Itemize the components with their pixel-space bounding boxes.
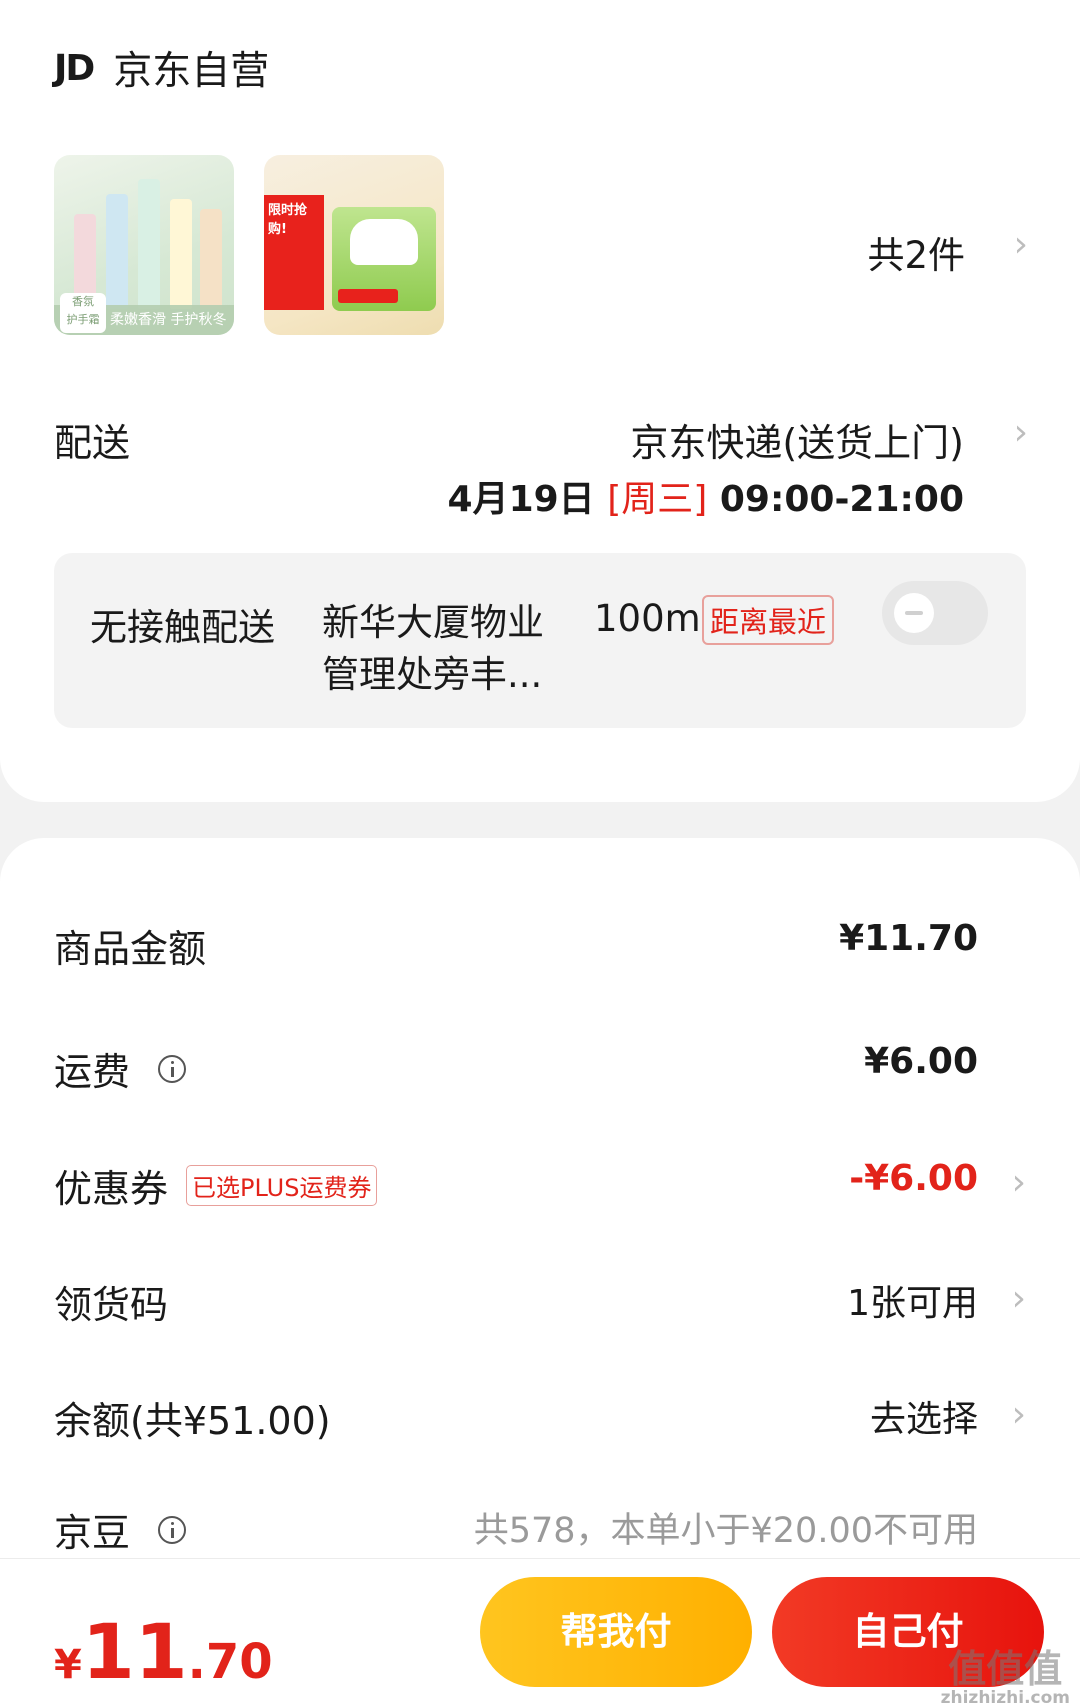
jingdou-row: 京豆 共578，本单小于¥20.00不可用 <box>54 1502 1026 1562</box>
watermark: 值值值 zhizhizhi.com <box>941 1650 1070 1708</box>
product-thumbnail-hand-cream[interactable]: 柔嫩香滑 手护秋冬 香氛 护手霜 <box>54 155 234 335</box>
contactless-label: 无接触配送 <box>90 606 275 649</box>
jingdou-value: 共578，本单小于¥20.00不可用 <box>473 1511 978 1551</box>
tissue-logo <box>338 289 398 303</box>
tube-shape <box>106 194 128 309</box>
coupon-value: -¥6.00 <box>849 1158 978 1199</box>
contactless-delivery-panel: 无接触配送 新华大厦物业管理处旁丰... 100m 距离最近 <box>54 553 1026 728</box>
chevron-right-icon[interactable]: › <box>1012 1162 1026 1203</box>
jd-logo: JD <box>54 47 95 89</box>
pickup-code-value: 1张可用 <box>847 1283 978 1324</box>
delivery-method[interactable]: 京东快递(送货上门) <box>630 412 964 467</box>
balance-row[interactable]: 余额(共¥51.00) 去选择 › <box>54 1390 1026 1450</box>
tube-shape <box>138 179 160 309</box>
balance-label: 余额(共¥51.00) <box>54 1399 331 1443</box>
tissue-pack <box>332 207 436 311</box>
toggle-knob <box>894 593 934 633</box>
watermark-text: 值值值 <box>948 1647 1063 1691</box>
pickup-place: 新华大厦物业管理处旁丰... <box>322 601 544 696</box>
shipping-value: ¥6.00 <box>864 1041 978 1082</box>
pickup-code-row[interactable]: 领货码 1张可用 › <box>54 1274 1026 1334</box>
delivery-time[interactable]: 4月19日 [周三] 09:00-21:00 <box>448 470 964 522</box>
goods-amount-row: 商品金额 ¥11.70 <box>54 918 1026 978</box>
shipping-label-wrap: 运费 <box>54 1041 187 1096</box>
chevron-right-icon[interactable]: › <box>1014 224 1028 265</box>
shop-header: JD 京东自营 <box>54 40 269 96</box>
nearest-tag: 距离最近 <box>702 595 835 645</box>
jingdou-label: 京豆 <box>54 1511 131 1555</box>
chevron-right-icon[interactable]: › <box>1014 412 1028 453</box>
pickup-distance: 100m <box>594 597 701 640</box>
jingdou-label-wrap: 京豆 <box>54 1502 187 1557</box>
delivery-label: 配送 <box>54 421 131 465</box>
total-decimal: .70 <box>187 1634 273 1690</box>
order-card: JD 京东自营 柔嫩香滑 手护秋冬 香氛 护手霜 限时抢购! 共2件 › 配送 京… <box>0 0 1080 802</box>
pickup-code-label: 领货码 <box>54 1283 169 1327</box>
product-badge: 香氛 护手霜 <box>60 293 106 333</box>
watermark-url: zhizhizhi.com <box>940 1688 1070 1708</box>
coupon-label-wrap: 优惠券 已选PLUS运费券 <box>54 1158 378 1213</box>
order-total: ¥11.70 <box>54 1607 273 1696</box>
product-thumbnail-tissue[interactable]: 限时抢购! <box>264 155 444 335</box>
delivery-window: 09:00-21:00 <box>719 479 964 520</box>
info-icon[interactable] <box>158 1515 187 1544</box>
delivery-weekday: [周三] <box>607 479 708 520</box>
shipping-label: 运费 <box>54 1050 131 1094</box>
delivery-date: 4月19日 <box>447 479 595 520</box>
shop-name: 京东自营 <box>113 49 270 94</box>
total-integer: 11 <box>81 1607 188 1696</box>
balance-value: 去选择 <box>869 1399 978 1440</box>
tissue-paper <box>350 219 418 265</box>
coupon-tag: 已选PLUS运费券 <box>186 1165 378 1206</box>
currency-symbol: ¥ <box>54 1642 82 1688</box>
price-summary-card: 商品金额 ¥11.70 运费 ¥6.00 优惠券 已选PLUS运费券 -¥6.0… <box>0 838 1080 1558</box>
info-icon[interactable] <box>158 1054 187 1083</box>
product-count[interactable]: 共2件 <box>867 225 965 279</box>
checkout-bar: ¥11.70 帮我付 自己付 值值值 zhizhizhi.com <box>0 1558 1080 1708</box>
chevron-right-icon[interactable]: › <box>1012 1278 1026 1319</box>
coupon-row[interactable]: 优惠券 已选PLUS运费券 -¥6.00 › <box>54 1158 1026 1218</box>
tube-shape <box>170 199 192 309</box>
chevron-right-icon[interactable]: › <box>1012 1394 1026 1435</box>
shipping-row: 运费 ¥6.00 <box>54 1041 1026 1101</box>
goods-amount-value: ¥11.70 <box>839 918 978 959</box>
coupon-label: 优惠券 <box>54 1167 169 1211</box>
contactless-toggle[interactable] <box>882 581 988 645</box>
goods-amount-label: 商品金额 <box>54 927 207 971</box>
promo-badge: 限时抢购! <box>264 195 324 310</box>
tube-shape <box>200 209 222 309</box>
help-pay-button[interactable]: 帮我付 <box>480 1577 752 1687</box>
